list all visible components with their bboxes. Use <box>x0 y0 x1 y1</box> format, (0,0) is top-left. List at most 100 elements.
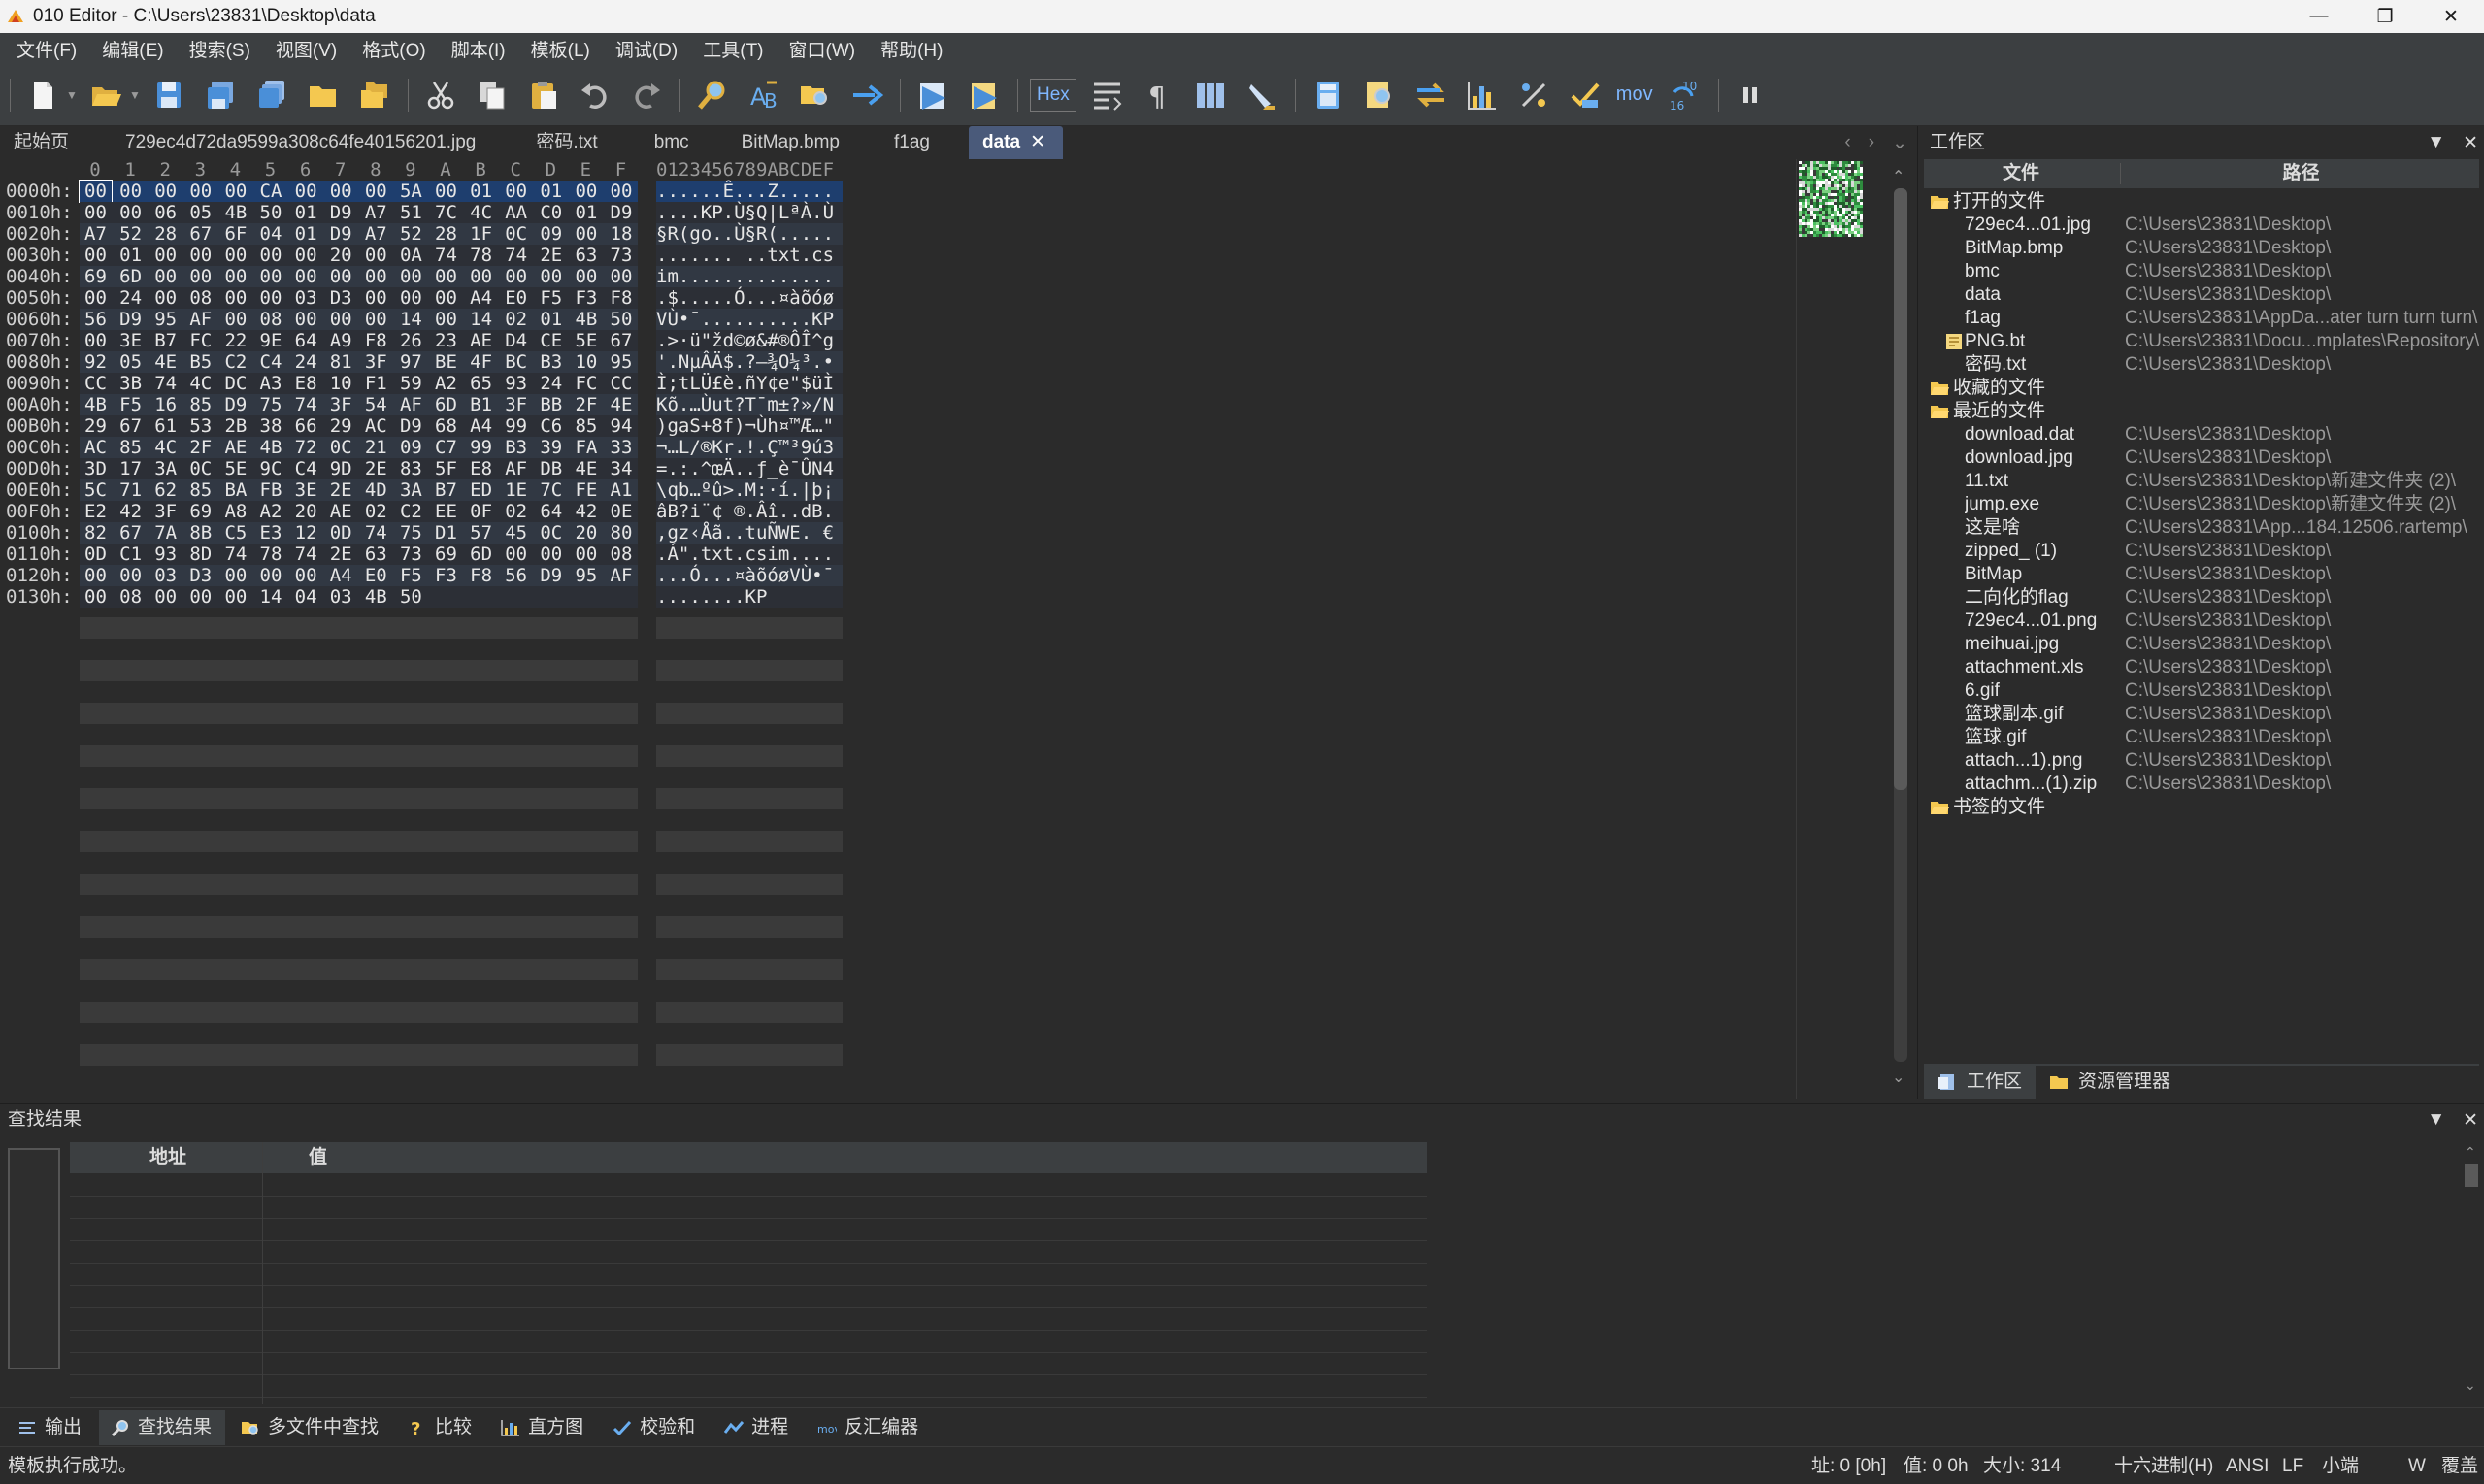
hex-byte[interactable]: AF <box>395 394 427 415</box>
find-button[interactable] <box>692 74 733 116</box>
tab-histogram[interactable]: 直方图 <box>489 1410 597 1445</box>
hex-byte[interactable]: 0A <box>395 245 427 266</box>
hex-byte[interactable]: 00 <box>184 586 216 608</box>
hex-byte[interactable]: 67 <box>115 415 147 437</box>
hex-byte[interactable]: 04 <box>255 223 287 245</box>
hex-byte[interactable]: 28 <box>149 223 182 245</box>
hex-byte[interactable]: 00 <box>255 245 287 266</box>
hex-byte[interactable]: 14 <box>465 309 497 330</box>
column-header-path[interactable]: 路径 <box>2123 159 2479 188</box>
run-script-button[interactable] <box>912 74 953 116</box>
hex-byte[interactable]: 10 <box>570 351 602 373</box>
ascii-text[interactable]: ....... ..txt.cs <box>656 245 834 266</box>
hex-byte[interactable]: 02 <box>360 501 392 522</box>
hex-byte[interactable]: E8 <box>465 458 497 479</box>
hex-byte[interactable]: 75 <box>395 522 427 544</box>
hex-byte[interactable]: B7 <box>430 479 462 501</box>
hex-row[interactable]: 0040h: 69 6D 00 00 00 00 00 00 00 00 00 00 00 00 00 00 im… <box>0 266 845 287</box>
find-in-files-button[interactable] <box>795 74 836 116</box>
hex-byte[interactable]: AA <box>500 202 532 223</box>
tab-checksum[interactable]: 校验和 <box>601 1410 709 1445</box>
hex-row[interactable]: 0120h: 00 00 03 D3 00 00 00 A4 E0 F5 F3 F8 56 D9 95 AF..… <box>0 565 845 586</box>
hex-byte[interactable]: 00 <box>360 181 392 202</box>
hex-byte[interactable]: 01 <box>535 181 567 202</box>
hex-byte[interactable]: 00 <box>149 586 182 608</box>
percent-button[interactable] <box>1513 74 1554 116</box>
hex-byte[interactable]: 20 <box>290 501 322 522</box>
hex-byte[interactable]: 4B <box>570 309 602 330</box>
save-button[interactable] <box>149 74 189 116</box>
tree-file-item[interactable]: 11.txt C:\Users\23831\Desktop\新建文件夹 (2)\ <box>1924 470 2479 493</box>
hex-byte[interactable]: A8 <box>219 501 251 522</box>
hex-byte[interactable]: 08 <box>255 309 287 330</box>
hex-byte[interactable]: D9 <box>219 394 251 415</box>
status-size[interactable]: 大小: 314 <box>1983 1447 2061 1484</box>
hex-byte[interactable]: 0E <box>606 501 638 522</box>
hex-byte[interactable]: 74 <box>500 245 532 266</box>
hex-byte[interactable]: FC <box>570 373 602 394</box>
hex-byte[interactable]: 8D <box>184 544 216 565</box>
status-endian[interactable]: 小端 <box>2322 1447 2359 1484</box>
hex-byte[interactable]: 00 <box>219 586 251 608</box>
hex-byte[interactable]: AE <box>325 501 357 522</box>
maximize-button[interactable]: ❐ <box>2352 0 2418 33</box>
hex-byte[interactable]: BA <box>219 479 251 501</box>
hex-byte[interactable]: B3 <box>500 437 532 458</box>
hex-byte[interactable]: 01 <box>570 202 602 223</box>
hex-byte[interactable]: D9 <box>395 415 427 437</box>
hex-byte[interactable]: 62 <box>149 479 182 501</box>
hex-byte[interactable]: 57 <box>465 522 497 544</box>
find-result-row[interactable] <box>70 1198 1427 1219</box>
hex-byte[interactable]: 4C <box>149 437 182 458</box>
pause-button[interactable] <box>1731 74 1772 116</box>
hex-byte[interactable]: B7 <box>149 330 182 351</box>
tree-group[interactable]: 收藏的文件 <box>1924 377 2479 400</box>
hex-byte[interactable]: F8 <box>465 565 497 586</box>
hex-vertical-scrollbar[interactable]: ⌃ ⌄ <box>1890 167 1911 1089</box>
hex-row[interactable]: 0050h: 00 24 00 08 00 00 03 D3 00 00 00 A4 E0 F5 F3 F8 .$… <box>0 287 845 309</box>
hex-byte[interactable]: 00 <box>570 266 602 287</box>
hex-byte[interactable]: AE <box>465 330 497 351</box>
hex-row[interactable]: 0100h: 82 67 7A 8B C5 E3 12 0D 74 75 D1 57 45 0C 20 80 ,g… <box>0 522 845 544</box>
hex-byte[interactable]: 00 <box>325 309 357 330</box>
hex-row[interactable]: 0000h: 00 00 00 00 00 CA 00 00 00 5A 00 01 00 01 00 00..… <box>0 180 845 203</box>
calculator-button[interactable] <box>1308 74 1348 116</box>
disassembler-button[interactable]: mov <box>1616 83 1653 106</box>
hex-byte[interactable]: 54 <box>360 394 392 415</box>
paste-button[interactable] <box>523 74 564 116</box>
hex-byte[interactable]: 09 <box>395 437 427 458</box>
hex-byte[interactable]: 4B <box>360 586 392 608</box>
hex-byte[interactable]: 74 <box>149 373 182 394</box>
hex-byte[interactable]: 24 <box>535 373 567 394</box>
close-window-button[interactable]: ✕ <box>2418 0 2484 33</box>
hex-row[interactable]: 0110h: 0D C1 93 8D 74 78 74 2E 63 73 69 6D 00 00 00 08 .Á… <box>0 544 845 565</box>
ascii-text[interactable]: ...Ó...¤àõóøVÙ•¯ <box>656 565 834 586</box>
close-icon[interactable]: ✕ <box>2463 1109 2478 1132</box>
hex-byte[interactable]: 56 <box>80 309 112 330</box>
status-overwrite-mode[interactable]: 覆盖 <box>2441 1447 2478 1484</box>
hex-byte[interactable]: 63 <box>360 544 392 565</box>
hex-byte[interactable]: E8 <box>290 373 322 394</box>
hex-byte[interactable]: 00 <box>606 266 638 287</box>
hex-byte[interactable]: 3B <box>115 373 147 394</box>
hex-byte[interactable]: 5F <box>430 458 462 479</box>
hex-byte[interactable]: 3D <box>80 458 112 479</box>
cut-button[interactable] <box>420 74 461 116</box>
hex-byte[interactable]: 3E <box>290 479 322 501</box>
minimize-button[interactable]: — <box>2286 0 2352 33</box>
ascii-text[interactable]: Ì;tLÜ£è.ñY¢e"$üÌ <box>656 373 834 394</box>
hex-byte[interactable]: A2 <box>255 501 287 522</box>
hex-byte[interactable]: 00 <box>325 181 357 202</box>
hex-byte[interactable]: 00 <box>606 181 638 202</box>
hex-byte[interactable]: 4C <box>465 202 497 223</box>
find-result-row[interactable] <box>70 1354 1427 1375</box>
hex-byte[interactable]: F5 <box>395 565 427 586</box>
hex-byte[interactable]: BC <box>500 351 532 373</box>
hex-byte[interactable]: 00 <box>570 223 602 245</box>
hex-byte[interactable]: 00 <box>465 266 497 287</box>
tree-file-item[interactable]: 6.gif C:\Users\23831\Desktop\ <box>1924 679 2479 703</box>
redo-button[interactable] <box>626 74 667 116</box>
hex-byte[interactable]: 17 <box>115 458 147 479</box>
hex-row[interactable]: 0070h: 00 3E B7 FC 22 9E 64 A9 F8 26 23 AE D4 CE 5E 67 .>… <box>0 330 845 351</box>
hex-byte[interactable]: 9C <box>255 458 287 479</box>
